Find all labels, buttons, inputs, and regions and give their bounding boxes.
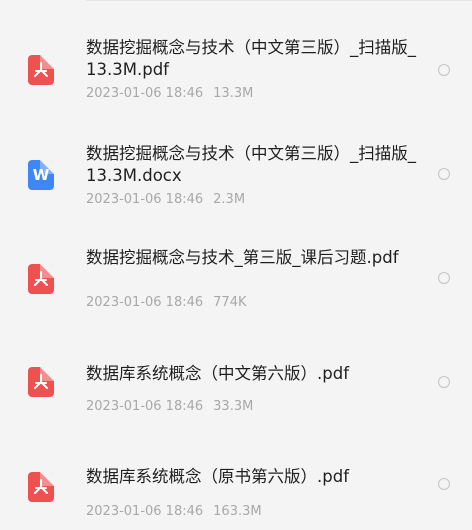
select-radio[interactable] [438, 478, 450, 490]
file-date: 2023-01-06 18:46 [86, 504, 204, 519]
file-date: 2023-01-06 18:46 [86, 399, 204, 414]
file-size: 2.3M [213, 192, 246, 207]
select-radio[interactable] [438, 168, 450, 180]
pdf-icon [28, 367, 54, 397]
file-size: 33.3M [213, 399, 254, 414]
pdf-icon [28, 472, 54, 502]
file-list-item[interactable]: 数据库系统概念（中文第六版）.pdf 2023-01-06 18:46 33.3M [0, 342, 472, 434]
file-name: 数据库系统概念（中文第六版）.pdf [86, 364, 350, 383]
file-list: 数据挖掘概念与技术（中文第三版）_扫描版_13.3M.pdf 2023-01-0… [0, 0, 472, 530]
file-date: 2023-01-06 18:46 [86, 192, 204, 207]
file-meta: 2023-01-06 18:46 774K [86, 295, 247, 310]
file-list-item[interactable]: 数据挖掘概念与技术_第三版_课后习题.pdf 2023-01-06 18:46 7… [0, 236, 472, 328]
file-name: 数据挖掘概念与技术（中文第三版）_扫描版_13.3M.docx [86, 144, 416, 185]
file-meta: 2023-01-06 18:46 33.3M [86, 399, 253, 414]
select-radio[interactable] [438, 272, 450, 284]
top-divider [86, 0, 472, 1]
file-name: 数据挖掘概念与技术（中文第三版）_扫描版_13.3M.pdf [86, 38, 416, 79]
file-date: 2023-01-06 18:46 [86, 86, 204, 101]
file-meta: 2023-01-06 18:46 13.3M [86, 86, 253, 101]
file-size: 163.3M [213, 504, 262, 519]
file-name: 数据库系统概念（原书第六版）.pdf [86, 467, 350, 486]
file-list-item[interactable]: W 数据挖掘概念与技术（中文第三版）_扫描版_13.3M.docx 2023-0… [0, 132, 472, 224]
pdf-icon [28, 55, 54, 85]
file-date: 2023-01-06 18:46 [86, 295, 204, 310]
file-meta: 2023-01-06 18:46 163.3M [86, 504, 262, 519]
pdf-icon [28, 264, 54, 294]
word-icon: W [28, 160, 54, 190]
file-name: 数据挖掘概念与技术_第三版_课后习题.pdf [86, 248, 399, 267]
file-list-item[interactable]: 数据库系统概念（原书第六版）.pdf 2023-01-06 18:46 163.3… [0, 438, 472, 530]
word-icon-letter: W [32, 165, 50, 184]
file-list-item[interactable]: 数据挖掘概念与技术（中文第三版）_扫描版_13.3M.pdf 2023-01-0… [0, 26, 472, 118]
select-radio[interactable] [438, 64, 450, 76]
file-size: 13.3M [213, 86, 254, 101]
file-meta: 2023-01-06 18:46 2.3M [86, 192, 245, 207]
select-radio[interactable] [438, 376, 450, 388]
file-size: 774K [213, 295, 247, 310]
